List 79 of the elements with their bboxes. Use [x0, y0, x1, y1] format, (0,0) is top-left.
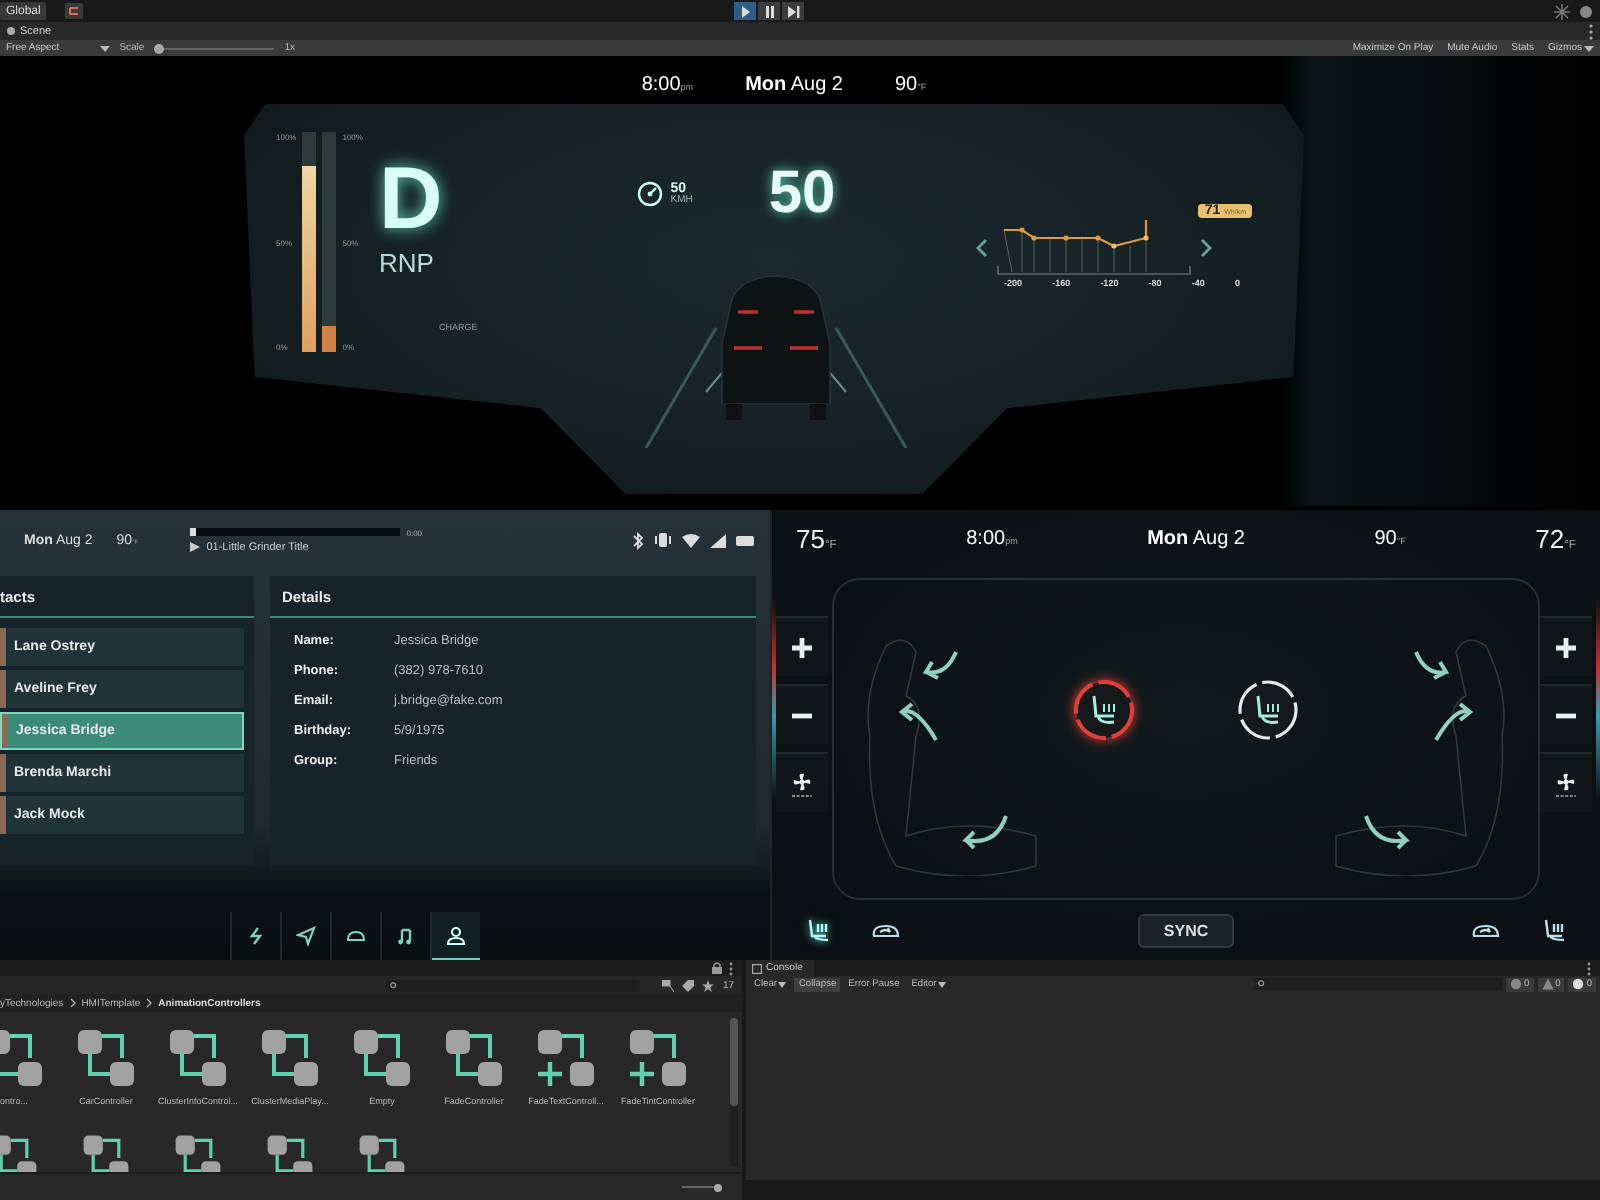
caret-icon [938, 981, 947, 987]
search-field[interactable] [386, 979, 641, 991]
plus-icon [1552, 633, 1580, 661]
step-button[interactable] [782, 2, 805, 20]
lock-icon[interactable] [712, 962, 722, 974]
avatar-photo-placeholder [0, 670, 6, 708]
play-button[interactable] [734, 2, 757, 20]
person-tab[interactable] [430, 912, 480, 960]
chevron-right-icon[interactable] [1200, 238, 1212, 258]
linked-squares-icon [0, 1028, 44, 1088]
play-icon[interactable] [190, 542, 201, 552]
decrease-button[interactable] [1540, 684, 1592, 744]
linked-squares-icon [76, 1028, 136, 1088]
linked-squares-icon [260, 1028, 320, 1088]
scrollbar[interactable] [730, 1018, 738, 1166]
error-icon [1572, 978, 1585, 990]
step-icon [787, 5, 800, 17]
plus-icon [788, 633, 816, 661]
sync-button[interactable]: SYNC [1137, 913, 1235, 947]
slider-thumb[interactable] [714, 1183, 722, 1191]
more-icon[interactable] [728, 961, 734, 975]
gear-options: RNP [378, 248, 478, 278]
console-icon [752, 963, 762, 973]
car-icon [346, 926, 366, 946]
date-text: Mon Aug 2 [745, 73, 843, 95]
avatar-photo-placeholder [0, 754, 6, 792]
bluetooth-icon [632, 531, 644, 549]
fan-button[interactable] [1540, 752, 1592, 812]
avatar-photo-placeholder [0, 628, 6, 666]
seat-heater-button[interactable] [1234, 676, 1302, 744]
seat-heater-button[interactable] [1070, 676, 1138, 744]
fan-icon [1552, 769, 1580, 797]
cloud-icon[interactable] [1578, 3, 1594, 19]
more-icon[interactable] [1588, 23, 1594, 39]
sparkle-icon[interactable] [1554, 3, 1570, 19]
caret-icon [1584, 45, 1594, 51]
plus-squares-icon [628, 1028, 688, 1088]
battery-icon [736, 535, 754, 545]
star-icon[interactable] [702, 979, 715, 991]
gear-indicator: D [378, 156, 445, 244]
bolt-icon [246, 926, 266, 946]
increase-button[interactable] [1540, 616, 1592, 676]
plus-squares-icon [536, 1028, 596, 1088]
increase-button[interactable] [776, 616, 828, 676]
avatar-photo-placeholder [0, 796, 6, 834]
swirl-icon[interactable] [64, 2, 85, 20]
pause-button[interactable] [758, 2, 781, 20]
pause-icon [763, 5, 776, 17]
signal-icon [710, 533, 726, 547]
fan-button[interactable] [776, 752, 828, 812]
music-icon [396, 926, 416, 946]
search-icon [390, 981, 399, 989]
dot-icon [6, 26, 16, 36]
speedometer-icon [636, 180, 665, 208]
linked-squares-icon [168, 1028, 228, 1088]
avatar-photo-placeholder [2, 714, 8, 748]
filter-icon[interactable] [662, 979, 675, 991]
linked-squares-icon [444, 1028, 504, 1088]
chevron-icon [69, 998, 76, 1008]
fan-icon [788, 769, 816, 797]
wifi-icon [682, 533, 700, 547]
person-icon [446, 926, 466, 946]
search-field[interactable] [1253, 978, 1502, 990]
play-icon [739, 5, 752, 17]
arrow-icon [296, 926, 316, 946]
chevron-left-icon[interactable] [976, 238, 988, 258]
speed-value: 50 [768, 160, 836, 228]
more-icon[interactable] [1586, 961, 1592, 975]
search-icon [1257, 980, 1266, 988]
linked-squares-icon [352, 1028, 412, 1088]
slider-thumb[interactable] [154, 43, 164, 53]
info-icon [1509, 978, 1522, 990]
chevron-icon [146, 998, 153, 1008]
media-progress-bar[interactable] [190, 528, 401, 536]
decrease-button[interactable] [776, 684, 828, 744]
caret-icon [778, 981, 787, 987]
caret-icon [99, 45, 110, 51]
vibrate-icon [654, 532, 672, 548]
date-text: Mon Aug 2 [1147, 527, 1245, 549]
